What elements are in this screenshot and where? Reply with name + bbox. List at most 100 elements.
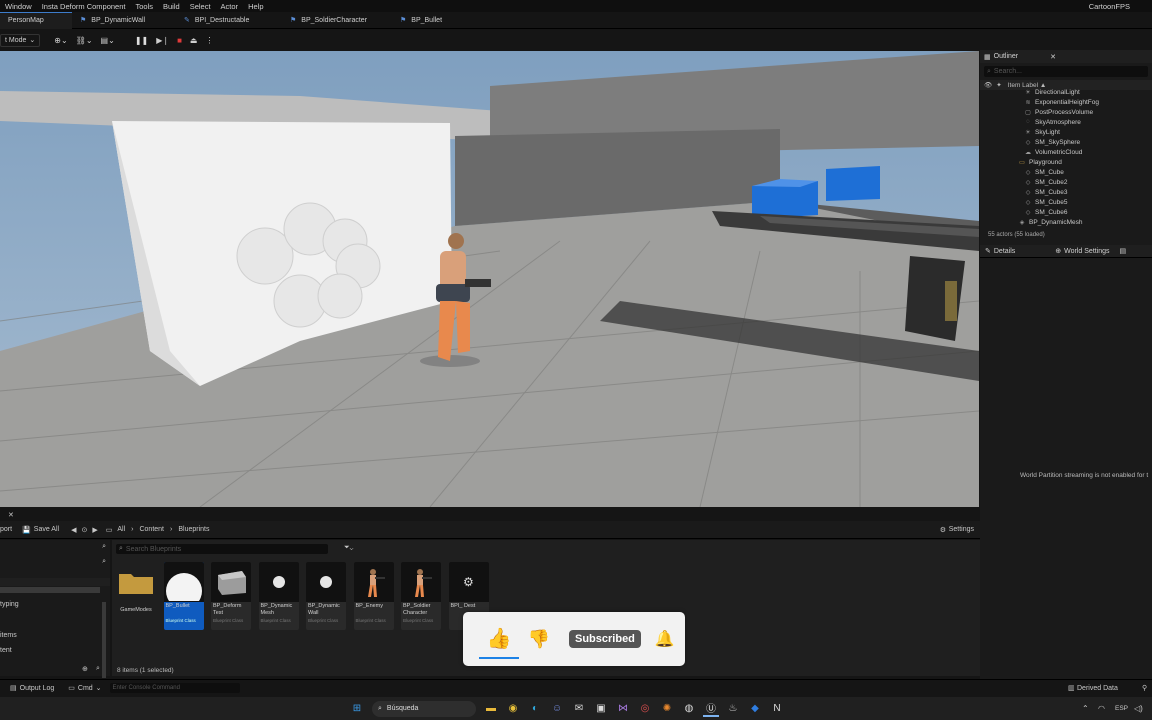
sources-search[interactable]: ⌕ bbox=[4, 543, 106, 555]
menu-select[interactable]: Select bbox=[185, 2, 216, 11]
file-explorer-icon[interactable]: ▬ bbox=[483, 701, 499, 717]
tab-details[interactable]: Details bbox=[994, 248, 1015, 255]
mode-dropdown[interactable]: t Mode ⌄ bbox=[0, 33, 41, 47]
stop-button[interactable]: ■ bbox=[173, 33, 186, 47]
tab-bp-soldiercharacter[interactable]: ⚑ BP_SoldierCharacter bbox=[282, 12, 392, 29]
search-icon[interactable]: ⌕ bbox=[96, 665, 100, 673]
notion-icon[interactable]: N bbox=[769, 701, 785, 717]
outliner-row[interactable]: ◇ SM_Cube3 bbox=[980, 187, 1152, 197]
chevron-up-icon[interactable]: ⌃ bbox=[1082, 704, 1089, 713]
outliner-row[interactable]: ◇ SM_Cube2 bbox=[980, 177, 1152, 187]
outliner-row[interactable]: ▭ Playground bbox=[980, 157, 1152, 167]
source-item[interactable]: items bbox=[0, 632, 110, 639]
source-item[interactable]: tent bbox=[0, 647, 110, 654]
asset-tile[interactable]: BP_Deform Test Blueprint Class bbox=[211, 562, 251, 630]
windows-start-icon[interactable]: ⊞ bbox=[349, 701, 365, 717]
maps-icon[interactable]: ◆ bbox=[747, 701, 763, 717]
outliner-row[interactable]: ◇ SM_SkySphere bbox=[980, 137, 1152, 147]
dislike-button[interactable]: 👎 bbox=[519, 619, 559, 659]
tab-bp-bullet[interactable]: ⚑ BP_Bullet bbox=[392, 12, 472, 29]
outliner-row[interactable]: ≋ ExponentialHeightFog bbox=[980, 97, 1152, 107]
menu-insta-deform[interactable]: Insta Deform Component bbox=[37, 2, 131, 11]
tab-world-settings[interactable]: World Settings bbox=[1064, 248, 1109, 255]
derived-data-button[interactable]: Derived Data bbox=[1077, 685, 1118, 692]
outliner-row[interactable]: ☀ DirectionalLight bbox=[980, 87, 1152, 97]
outliner-row[interactable]: ▢ PostProcessVolume bbox=[980, 107, 1152, 117]
cinematics-button[interactable]: ▤⌄ bbox=[97, 33, 119, 47]
settings-button[interactable]: Settings bbox=[949, 526, 974, 533]
save-all-button[interactable]: Save All bbox=[34, 526, 59, 533]
discord-icon[interactable]: ☺ bbox=[549, 701, 565, 717]
back-icon[interactable]: ◀ bbox=[71, 526, 76, 534]
asset-tile[interactable]: BP_Soldier Character Blueprint Class bbox=[401, 562, 441, 630]
pause-button[interactable]: ❚❚ bbox=[131, 33, 152, 47]
output-log-button[interactable]: Output Log bbox=[20, 685, 55, 692]
obs-icon[interactable]: ◍ bbox=[681, 701, 697, 717]
asset-tile[interactable]: BP_Dynamic Wall Blueprint Class bbox=[306, 562, 346, 630]
source-row-selected[interactable] bbox=[0, 587, 100, 593]
breadcrumb-blueprints[interactable]: Blueprints bbox=[178, 526, 209, 533]
mail-icon[interactable]: ✉ bbox=[571, 701, 587, 717]
breadcrumb-content[interactable]: Content bbox=[139, 526, 164, 533]
bell-icon[interactable]: 🔔 bbox=[655, 629, 675, 649]
like-button[interactable]: 👍 bbox=[479, 619, 519, 659]
tab-bp-dynamicwall[interactable]: ⚑ BP_DynamicWall bbox=[72, 12, 176, 29]
chrome-icon[interactable]: ◉ bbox=[505, 701, 521, 717]
source-item[interactable]: typing bbox=[0, 601, 110, 608]
step-button[interactable]: ▶❘ bbox=[152, 33, 173, 47]
close-icon[interactable]: ✕ bbox=[1050, 53, 1056, 61]
blueprint-menu-button[interactable]: ⛓⌄ bbox=[72, 33, 97, 47]
outliner-row[interactable]: ◇ SM_Cube6 bbox=[980, 207, 1152, 217]
outliner-row[interactable]: ☀ SkyLight bbox=[980, 127, 1152, 137]
unreal-icon[interactable]: Ⓤ bbox=[703, 701, 719, 717]
more-options-button[interactable]: ⋮ bbox=[201, 33, 217, 47]
asset-tile[interactable]: BP_Enemy Blueprint Class bbox=[353, 562, 394, 630]
eject-button[interactable]: ⏏ bbox=[186, 33, 202, 47]
blueprint-icon: ⛓⌄ bbox=[75, 35, 93, 45]
close-icon[interactable]: ✕ bbox=[8, 511, 14, 519]
app-icon[interactable]: ◎ bbox=[637, 701, 653, 717]
outliner-row[interactable]: ◈ BP_DynamicMesh bbox=[980, 217, 1152, 227]
subscribed-button[interactable]: Subscribed bbox=[569, 630, 641, 648]
menu-help[interactable]: Help bbox=[243, 2, 268, 11]
tab-bpi-destructable[interactable]: ✎ BPI_Destructable bbox=[176, 12, 282, 29]
console-input[interactable]: Enter Console Command bbox=[109, 683, 240, 693]
source-row[interactable] bbox=[0, 578, 110, 586]
level-viewport[interactable] bbox=[0, 51, 979, 507]
outliner-row[interactable]: ◇ SM_Cube bbox=[980, 167, 1152, 177]
scrollbar[interactable] bbox=[102, 602, 106, 678]
cmd-dropdown[interactable]: Cmd bbox=[78, 685, 93, 692]
volume-icon[interactable]: ◁) bbox=[1134, 704, 1143, 713]
edge-icon[interactable]: ◐ bbox=[527, 701, 543, 717]
outliner-tab[interactable]: ▦ Outliner ✕ bbox=[980, 50, 1152, 63]
asset-tile[interactable]: GameModes bbox=[116, 562, 156, 630]
taskbar-search[interactable]: ⌕ Búsqueda bbox=[372, 700, 476, 717]
asset-tile[interactable]: BP_Bullet Blueprint Class bbox=[163, 562, 204, 630]
steam-icon[interactable]: ♨ bbox=[725, 701, 741, 717]
source-control-icon[interactable]: ⚲ bbox=[1142, 684, 1147, 692]
tab-map[interactable]: PersonMap bbox=[0, 11, 72, 29]
outliner-row[interactable]: ◌ SkyAtmosphere bbox=[980, 117, 1152, 127]
blender-icon[interactable]: ✺ bbox=[659, 701, 675, 717]
outliner-row[interactable]: ☁ VolumetricCloud bbox=[980, 147, 1152, 157]
add-icon[interactable]: ⊕ bbox=[82, 665, 88, 673]
language-indicator[interactable]: ESP bbox=[1115, 705, 1128, 712]
terminal-icon[interactable]: ▣ bbox=[593, 701, 609, 717]
outliner-row[interactable]: ◇ SM_Cube5 bbox=[980, 197, 1152, 207]
import-button[interactable]: port bbox=[0, 526, 12, 533]
visual-studio-icon[interactable]: ⋈ bbox=[615, 701, 631, 717]
filter-icon[interactable]: ⏷⌄ bbox=[344, 544, 353, 552]
menu-tools[interactable]: Tools bbox=[130, 2, 158, 11]
history-icon[interactable]: ⊙ bbox=[81, 526, 87, 534]
menu-window[interactable]: Window bbox=[0, 2, 37, 11]
asset-search-input[interactable]: ⌕ Search Blueprints bbox=[116, 544, 328, 554]
add-content-button[interactable]: ⊕⌄ bbox=[50, 33, 71, 47]
outliner-search-input[interactable]: ⌕ Search... bbox=[984, 66, 1148, 77]
wifi-icon[interactable]: ◠ bbox=[1098, 704, 1105, 713]
asset-tile[interactable]: BP_Dynamic Mesh Blueprint Class bbox=[258, 562, 299, 630]
breadcrumb-all[interactable]: All bbox=[117, 526, 125, 533]
sources-search-2[interactable]: ⌕ bbox=[4, 558, 106, 570]
menu-build[interactable]: Build bbox=[158, 2, 185, 11]
menu-actor[interactable]: Actor bbox=[216, 2, 244, 11]
forward-icon[interactable]: ▶ bbox=[92, 526, 97, 534]
